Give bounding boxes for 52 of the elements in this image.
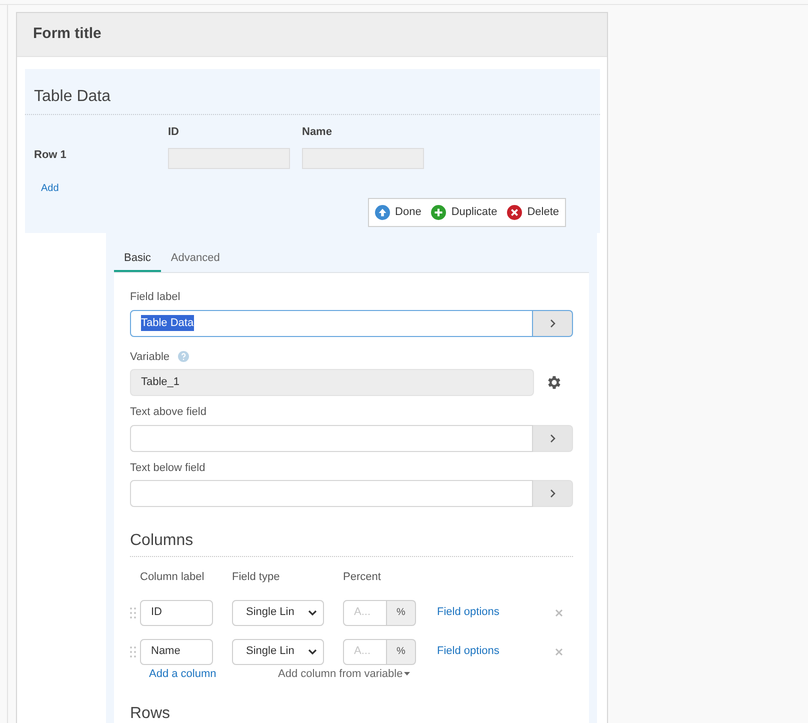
action-button[interactable]: Duplicate	[431, 204, 498, 220]
expand-button[interactable]	[533, 310, 573, 336]
chevron-right-icon	[550, 434, 556, 442]
column-label-field[interactable]: ID	[140, 600, 213, 626]
section-heading: Columns	[130, 532, 194, 549]
field-label: Field label	[130, 290, 182, 305]
close-icon[interactable]	[555, 608, 563, 616]
column-heading: ID	[168, 125, 180, 140]
input-field[interactable]	[302, 148, 424, 168]
plus-icon	[431, 204, 446, 220]
add-link[interactable]: Add	[41, 182, 59, 194]
add-from-variable-dropdown[interactable]: Add column from variable	[278, 666, 410, 682]
text-field[interactable]	[130, 480, 534, 507]
column-heading: Field type	[232, 570, 281, 585]
field-label: Variable	[130, 350, 170, 364]
input-field[interactable]	[168, 148, 290, 168]
form-title: Form title	[33, 24, 102, 44]
chevron-down-icon	[308, 648, 317, 654]
chevron-down-icon	[308, 610, 317, 616]
field-label: Text above field	[130, 405, 208, 420]
drag-handle-icon[interactable]	[130, 606, 136, 618]
section-heading: Table Data	[34, 88, 110, 105]
field-type-select[interactable]: Single Lin	[232, 638, 324, 664]
percent-addon: %	[387, 600, 416, 626]
chevron-right-icon	[550, 489, 556, 498]
field-type-select[interactable]: Single Lin	[232, 600, 324, 626]
column-label-field[interactable]: Name	[140, 638, 213, 664]
action-button[interactable]: Delete	[507, 204, 559, 220]
arrow-up-icon	[375, 204, 390, 220]
close-icon	[507, 204, 522, 220]
help-icon[interactable]	[178, 351, 189, 362]
settings-icon[interactable]	[545, 374, 562, 391]
field-options-link[interactable]: Field options	[437, 643, 500, 660]
field-value: Table Data	[141, 314, 194, 332]
add-column-link[interactable]: Add a column	[149, 666, 278, 682]
chevron-right-icon	[550, 318, 556, 328]
field-options-link[interactable]: Field options	[437, 604, 500, 621]
column-heading: Name	[302, 125, 333, 140]
variable-field[interactable]: Table_1	[130, 369, 534, 396]
column-heading: Column label	[140, 570, 206, 585]
action-button[interactable]: Done	[375, 204, 422, 220]
field-label: Text below field	[130, 460, 206, 476]
text-field[interactable]: Table Data	[130, 310, 534, 336]
close-icon[interactable]	[555, 648, 563, 656]
drag-handle-icon[interactable]	[130, 646, 136, 658]
text-field[interactable]	[130, 424, 534, 452]
tab[interactable]: Advanced	[160, 250, 230, 272]
row-label: Row 1	[34, 148, 68, 163]
column-heading: Percent	[343, 570, 382, 585]
caret-icon	[404, 672, 410, 676]
percent-addon: %	[387, 638, 416, 664]
section-heading: Rows	[130, 705, 170, 722]
